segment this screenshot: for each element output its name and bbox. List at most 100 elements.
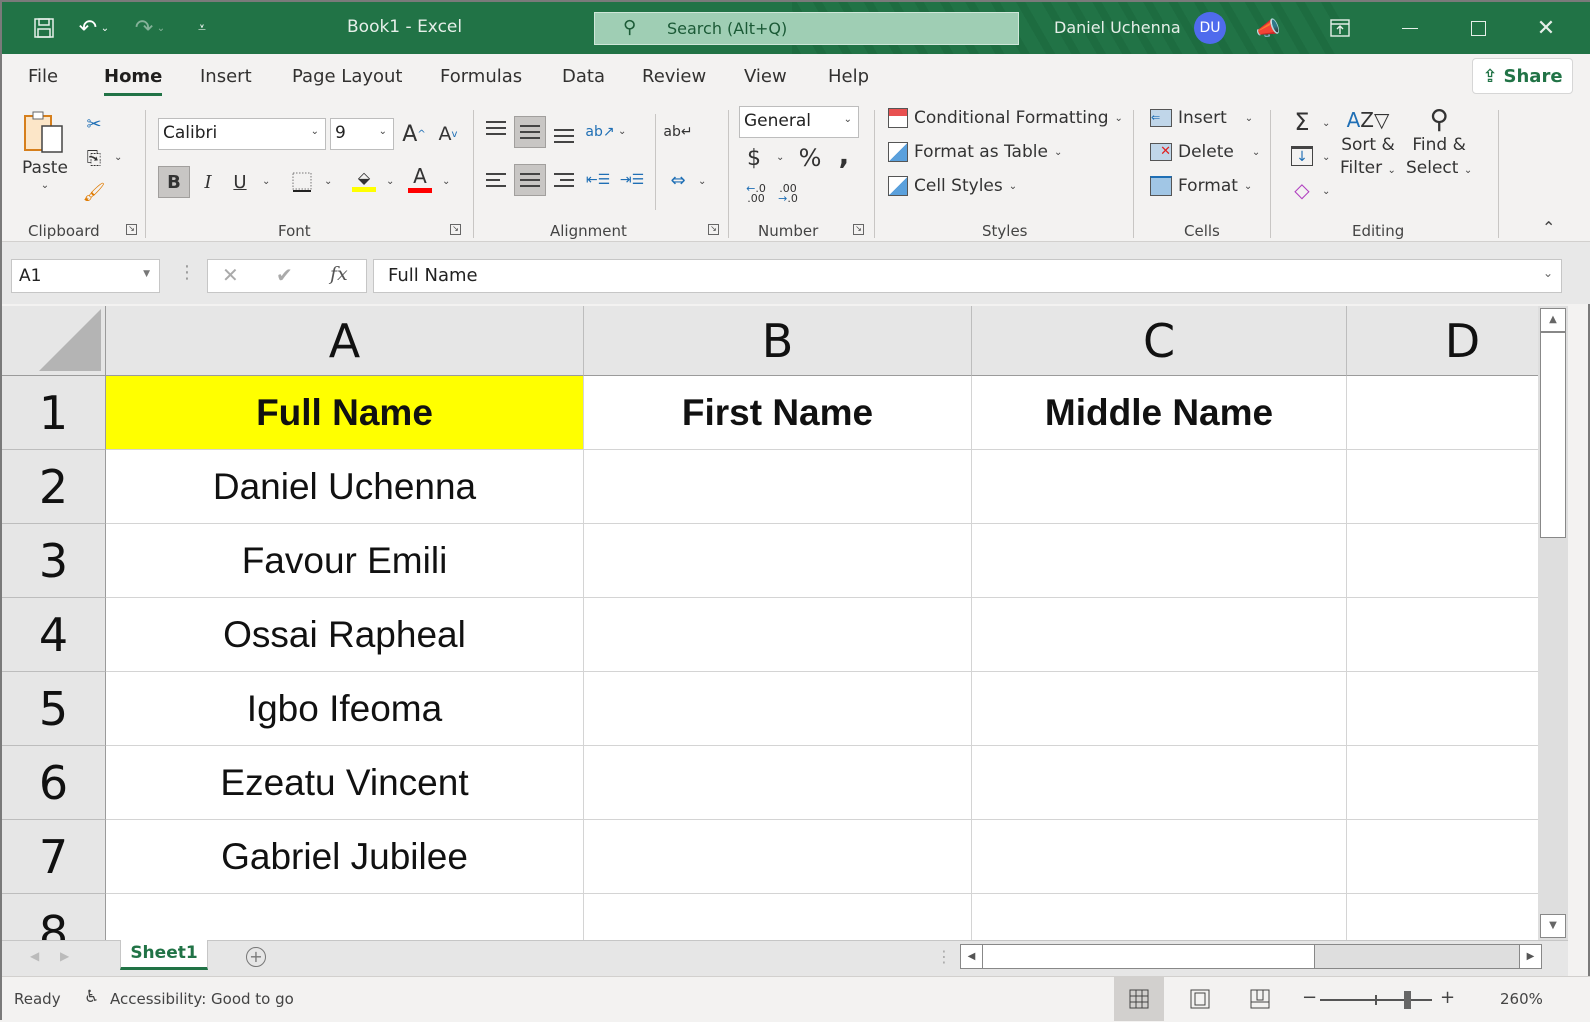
orientation-icon[interactable]: ab↗ bbox=[584, 116, 616, 148]
decrease-font-size-icon[interactable]: Av bbox=[432, 118, 464, 150]
scroll-left-arrow-icon[interactable]: ◀ bbox=[961, 945, 983, 968]
cell-d4[interactable] bbox=[1347, 598, 1538, 672]
wrap-text-icon[interactable]: ab↵ bbox=[662, 116, 694, 148]
fill-icon[interactable]: ↓ bbox=[1286, 140, 1318, 172]
cell-a6[interactable]: Ezeatu Vincent bbox=[106, 746, 584, 820]
copy-dropdown-icon[interactable]: ⌄ bbox=[114, 152, 122, 163]
cell-c7[interactable] bbox=[972, 820, 1347, 894]
underline-dropdown-icon[interactable]: ⌄ bbox=[262, 176, 270, 187]
row-header-7[interactable]: 7 bbox=[2, 820, 106, 894]
format-cells-button[interactable]: Format ⌄ bbox=[1150, 176, 1252, 196]
clear-dropdown-icon[interactable]: ⌄ bbox=[1322, 186, 1330, 197]
cell-d3[interactable] bbox=[1347, 524, 1538, 598]
split-handle-icon[interactable]: ⋮ bbox=[936, 947, 952, 966]
cut-icon[interactable]: ✂ bbox=[78, 108, 110, 140]
cell-a2[interactable]: Daniel Uchenna bbox=[106, 450, 584, 524]
cell-b3[interactable] bbox=[584, 524, 972, 598]
cell-a3[interactable]: Favour Emili bbox=[106, 524, 584, 598]
percent-button[interactable]: % bbox=[794, 142, 826, 174]
expand-formula-bar-icon[interactable]: ⌄ bbox=[1543, 266, 1553, 280]
font-color-dropdown-icon[interactable]: ⌄ bbox=[442, 176, 450, 187]
cell-b5[interactable] bbox=[584, 672, 972, 746]
ribbon-display-options-icon[interactable] bbox=[1326, 14, 1354, 42]
font-launcher-icon[interactable]: ↘ bbox=[450, 224, 461, 235]
cell-d2[interactable] bbox=[1347, 450, 1538, 524]
tab-home[interactable]: Home bbox=[104, 66, 163, 96]
zoom-out-icon[interactable]: − bbox=[1302, 987, 1317, 1008]
redo-dropdown-icon[interactable]: ⌄ bbox=[154, 14, 168, 42]
column-header-c[interactable]: C bbox=[972, 306, 1347, 376]
increase-font-size-icon[interactable]: A ^ bbox=[398, 118, 430, 150]
vertical-scroll-thumb[interactable] bbox=[1540, 332, 1566, 538]
accessibility-status[interactable]: Accessibility: Good to go bbox=[110, 990, 294, 1008]
tab-review[interactable]: Review bbox=[642, 66, 706, 87]
feedback-megaphone-icon[interactable]: 📣 bbox=[1254, 14, 1282, 42]
top-align-icon[interactable] bbox=[480, 116, 512, 148]
cell-b7[interactable] bbox=[584, 820, 972, 894]
customize-qat-icon[interactable]: ⩡ bbox=[188, 14, 216, 42]
page-break-view-icon[interactable] bbox=[1250, 989, 1270, 1013]
cell-a7[interactable]: Gabriel Jubilee bbox=[106, 820, 584, 894]
horizontal-scroll-thumb[interactable] bbox=[983, 945, 1315, 968]
bold-button[interactable]: B bbox=[158, 166, 190, 198]
name-box[interactable]: A1 ▼ bbox=[11, 259, 160, 293]
cell-c4[interactable] bbox=[972, 598, 1347, 672]
number-format-select[interactable]: General ⌄ bbox=[739, 106, 859, 138]
accessibility-icon[interactable]: ♿ bbox=[84, 987, 99, 1007]
row-header-3[interactable]: 3 bbox=[2, 524, 106, 598]
add-sheet-icon[interactable]: + bbox=[246, 947, 266, 967]
tab-file[interactable]: File bbox=[28, 66, 58, 87]
align-left-icon[interactable] bbox=[480, 164, 512, 196]
prev-sheet-icon[interactable]: ◀ bbox=[30, 949, 39, 963]
tab-help[interactable]: Help bbox=[828, 66, 869, 87]
close-icon[interactable]: ✕ bbox=[1532, 14, 1560, 42]
row-header-1[interactable]: 1 bbox=[2, 376, 106, 450]
row-header-4[interactable]: 4 bbox=[2, 598, 106, 672]
normal-view-button[interactable] bbox=[1114, 977, 1164, 1021]
zoom-slider[interactable] bbox=[1320, 991, 1432, 1009]
select-all-button[interactable] bbox=[2, 306, 106, 376]
cell-a1[interactable]: Full Name bbox=[106, 376, 584, 450]
fill-color-dropdown-icon[interactable]: ⌄ bbox=[386, 176, 394, 187]
cell-d6[interactable] bbox=[1347, 746, 1538, 820]
search-box[interactable]: ⚲ Search (Alt+Q) bbox=[594, 12, 1019, 45]
row-header-5[interactable]: 5 bbox=[2, 672, 106, 746]
formula-input[interactable]: Full Name ⌄ bbox=[373, 259, 1562, 293]
undo-dropdown-icon[interactable]: ⌄ bbox=[98, 14, 112, 42]
horizontal-scrollbar[interactable]: ◀ ▶ bbox=[960, 944, 1542, 969]
format-painter-icon[interactable]: 🖌 bbox=[78, 176, 110, 208]
share-button[interactable]: ⇪ Share bbox=[1472, 58, 1573, 94]
orientation-dropdown-icon[interactable]: ⌄ bbox=[618, 126, 626, 137]
page-layout-view-icon[interactable] bbox=[1190, 989, 1210, 1013]
user-name[interactable]: Daniel Uchenna bbox=[1054, 18, 1181, 37]
scroll-down-arrow-icon[interactable]: ▼ bbox=[1540, 914, 1566, 938]
tab-insert[interactable]: Insert bbox=[200, 66, 252, 87]
fill-dropdown-icon[interactable]: ⌄ bbox=[1322, 152, 1330, 163]
cell-b2[interactable] bbox=[584, 450, 972, 524]
cell-c1[interactable]: Middle Name bbox=[972, 376, 1347, 450]
merge-dropdown-icon[interactable]: ⌄ bbox=[698, 176, 706, 187]
zoom-slider-thumb[interactable] bbox=[1404, 991, 1411, 1009]
decrease-decimal-icon[interactable]: .00 →.0 bbox=[772, 178, 804, 210]
merge-center-icon[interactable]: ⇔ bbox=[662, 164, 694, 196]
tab-page-layout[interactable]: Page Layout bbox=[292, 66, 403, 87]
cell-a4[interactable]: Ossai Rapheal bbox=[106, 598, 584, 672]
scroll-right-arrow-icon[interactable]: ▶ bbox=[1519, 945, 1541, 968]
cell-c5[interactable] bbox=[972, 672, 1347, 746]
copy-icon[interactable]: ⎘ bbox=[78, 142, 110, 174]
increase-indent-icon[interactable]: ⇥☰ bbox=[616, 164, 648, 196]
vertical-scrollbar[interactable]: ▲ ▼ bbox=[1538, 306, 1568, 940]
cell-a8[interactable] bbox=[106, 894, 584, 940]
italic-button[interactable]: I bbox=[192, 166, 224, 198]
sort-filter-button[interactable]: AZ▽ Sort & Filter ⌄ bbox=[1340, 106, 1396, 182]
autosum-icon[interactable]: Σ bbox=[1286, 106, 1318, 138]
cell-b4[interactable] bbox=[584, 598, 972, 672]
comma-style-button[interactable]: , bbox=[828, 138, 860, 171]
align-right-icon[interactable] bbox=[548, 164, 580, 196]
cell-styles-button[interactable]: Cell Styles ⌄ bbox=[888, 176, 1017, 196]
maximize-icon[interactable] bbox=[1464, 14, 1492, 42]
cell-c8[interactable] bbox=[972, 894, 1347, 940]
column-header-b[interactable]: B bbox=[584, 306, 972, 376]
middle-align-icon[interactable] bbox=[514, 116, 546, 148]
currency-button[interactable]: $ bbox=[738, 142, 770, 174]
